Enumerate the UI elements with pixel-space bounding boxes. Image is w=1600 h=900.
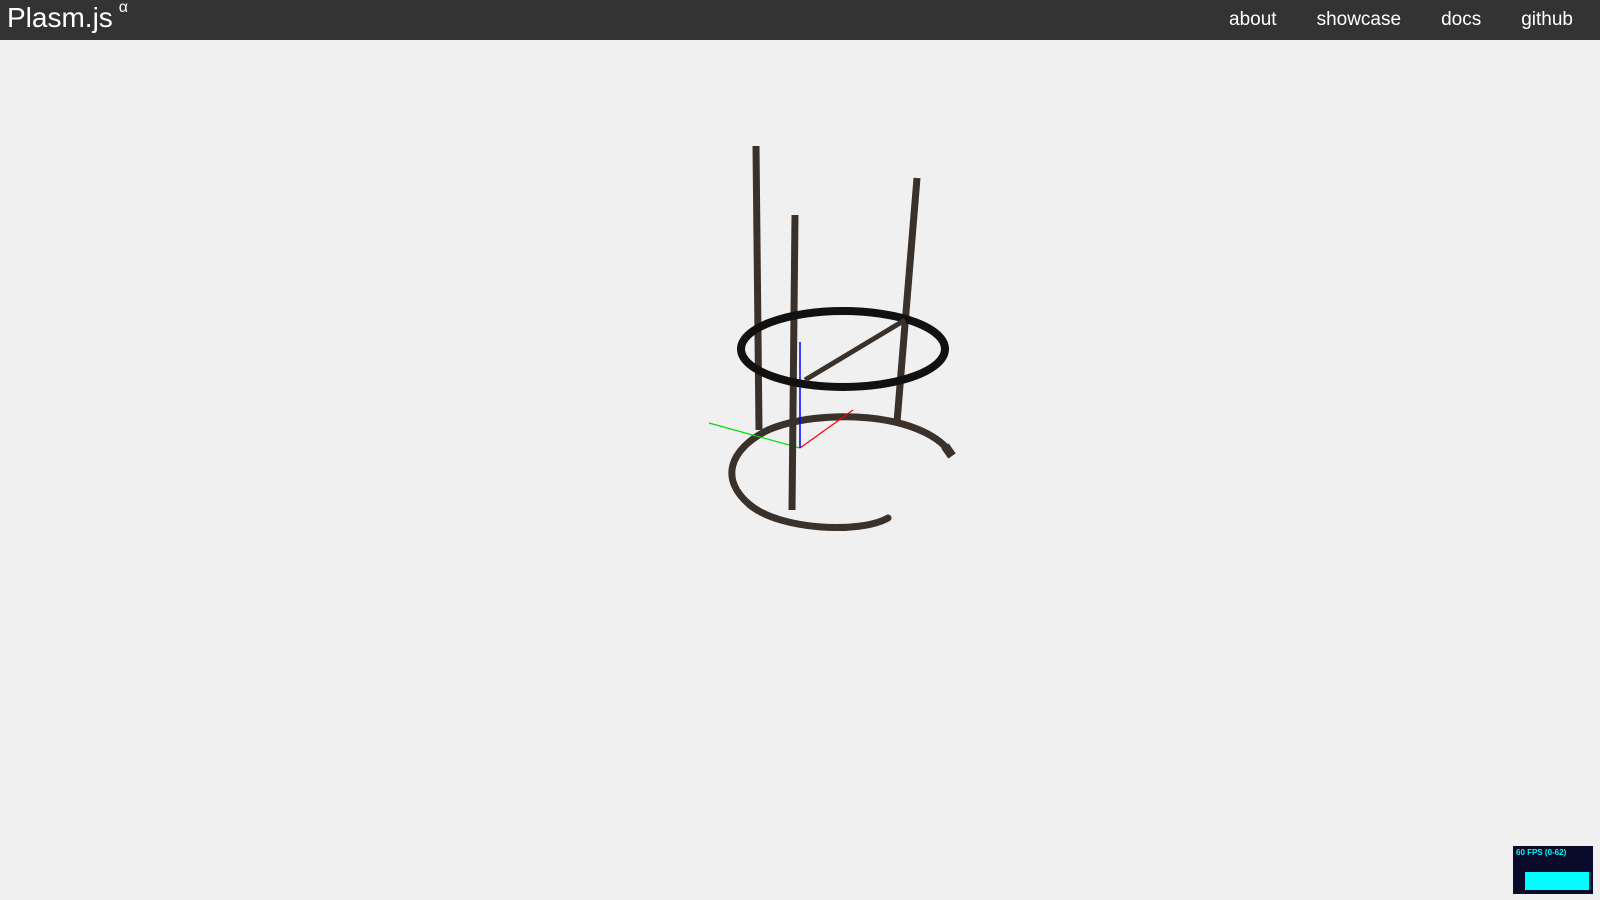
top-ring [737,307,949,391]
3d-scene[interactable] [0,40,1600,900]
nav-link-about[interactable]: about [1209,0,1297,40]
fps-graph-fill [1525,872,1590,890]
fps-graph [1525,872,1591,890]
diagonal-brace [803,317,907,383]
nav-link-github[interactable]: github [1501,0,1600,40]
top-navbar: Plasm.js α about showcase docs github [0,0,1600,40]
brand-logo[interactable]: Plasm.js α [7,0,128,36]
post-center [788,214,799,511]
nav-link-showcase[interactable]: showcase [1297,0,1422,40]
post-right [893,177,921,423]
post-left [752,145,763,431]
fps-stats-panel[interactable]: 60 FPS (0-62) [1513,846,1593,894]
nav-menu: about showcase docs github [1209,0,1600,40]
fps-label: 60 FPS (0-62) [1516,848,1567,857]
3d-viewport[interactable] [0,40,1600,900]
brand-name: Plasm.js [7,2,113,33]
bottom-arc-end [941,443,956,459]
nav-link-docs[interactable]: docs [1421,0,1501,40]
brand-alpha-superscript: α [118,0,129,16]
bottom-arc [728,413,954,532]
